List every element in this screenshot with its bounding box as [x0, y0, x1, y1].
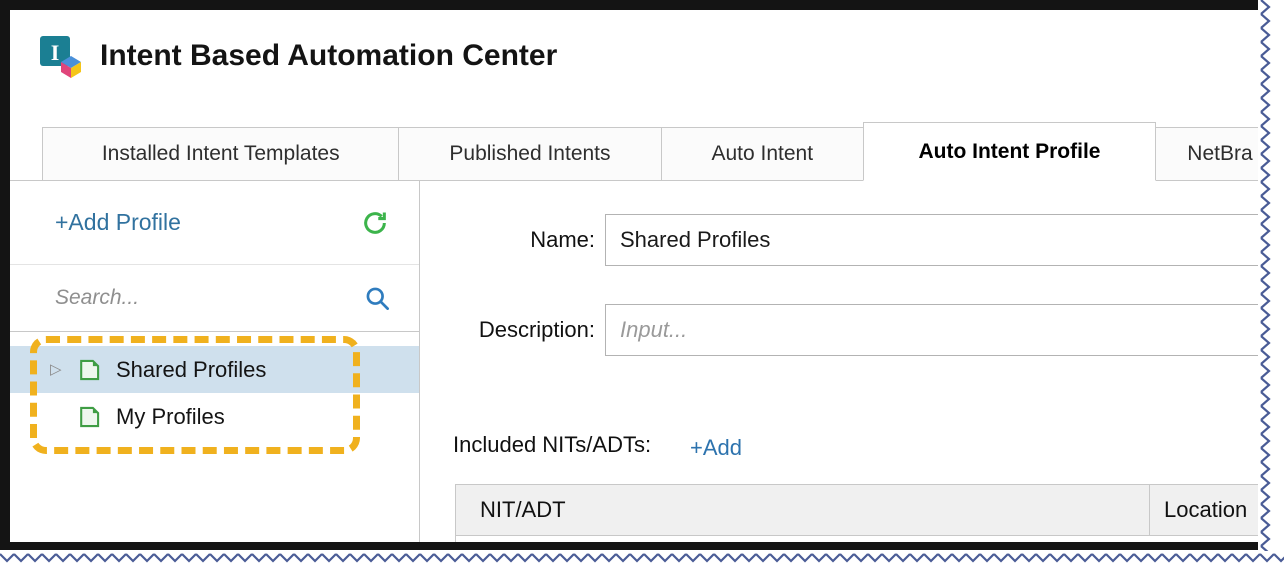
- torn-edge-bottom: [0, 551, 1284, 564]
- search-input[interactable]: [55, 286, 364, 310]
- tab-installed-intent-templates[interactable]: Installed Intent Templates: [42, 127, 399, 180]
- tree-item-label: Shared Profiles: [116, 357, 266, 383]
- name-label: Name:: [420, 214, 595, 266]
- description-input[interactable]: [605, 304, 1284, 356]
- profile-folder-icon: [76, 357, 102, 383]
- column-header-nit-adt: NIT/ADT: [456, 485, 1149, 535]
- expand-caret-icon[interactable]: ▷: [50, 362, 76, 377]
- svg-text:I: I: [51, 40, 60, 65]
- included-nits-label: Included NITs/ADTs:: [453, 432, 651, 458]
- torn-edge-right: [1258, 0, 1284, 564]
- search-icon[interactable]: [364, 285, 391, 312]
- nit-adt-table: NIT/ADT Location: [455, 484, 1284, 550]
- profile-tree: ▷ Shared Profiles My Profiles: [10, 332, 419, 440]
- app-header: I Intent Based Automation Center: [38, 32, 557, 80]
- profile-sidebar: +Add Profile ▷ Shared Profil: [10, 181, 420, 550]
- name-input[interactable]: [605, 214, 1284, 266]
- app-logo-icon: I: [38, 32, 86, 80]
- profile-folder-icon: [76, 404, 102, 430]
- search-row: [10, 265, 419, 332]
- tree-item-label: My Profiles: [116, 404, 225, 430]
- add-profile-row: +Add Profile: [10, 181, 419, 265]
- table-header-row: NIT/ADT Location: [456, 485, 1283, 535]
- description-label: Description:: [420, 304, 595, 356]
- tab-bar: Installed Intent Templates Published Int…: [10, 122, 1284, 181]
- table-empty-row: [456, 535, 1283, 549]
- tab-auto-intent-profile[interactable]: Auto Intent Profile: [863, 122, 1156, 181]
- tab-auto-intent[interactable]: Auto Intent: [661, 127, 865, 180]
- add-nit-button[interactable]: +Add: [690, 435, 742, 461]
- tab-published-intents[interactable]: Published Intents: [398, 127, 661, 180]
- add-profile-button[interactable]: +Add Profile: [55, 209, 181, 236]
- tree-item-my-profiles[interactable]: My Profiles: [10, 393, 419, 440]
- tree-item-shared-profiles[interactable]: ▷ Shared Profiles: [10, 346, 419, 393]
- refresh-icon[interactable]: [361, 209, 389, 237]
- page-title: Intent Based Automation Center: [100, 39, 557, 73]
